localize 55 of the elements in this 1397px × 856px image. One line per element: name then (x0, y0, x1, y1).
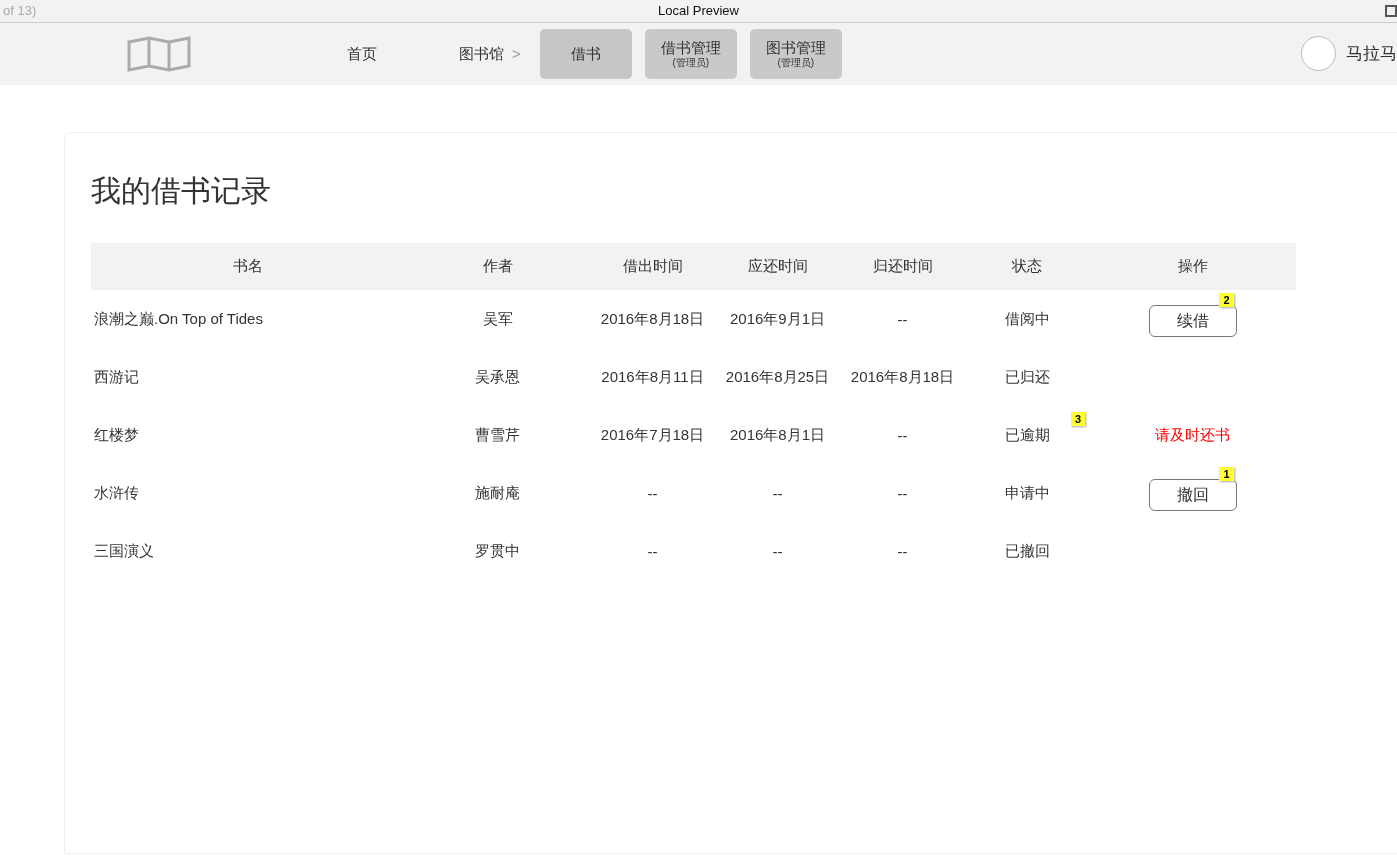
table-cell: 西游记 (94, 367, 139, 385)
nav-tab[interactable]: 图书馆 > (448, 29, 532, 79)
table-cell: 2016年8月1日 (729, 425, 826, 443)
table-cell: 2016年8月18日 (850, 367, 955, 385)
column-header: 应还时间 (715, 243, 840, 290)
table-cell: 2016年9月1日 (729, 309, 826, 327)
table-cell: -- (647, 484, 658, 502)
table-cell: -- (897, 310, 908, 328)
nav-tab[interactable]: 图书管理 (管理员) (749, 29, 842, 79)
table-cell: 2016年8月25日 (725, 367, 830, 385)
table-cell: 罗贯中 (475, 541, 520, 559)
table-cell: -- (772, 542, 783, 560)
column-header: 归还时间 (840, 243, 965, 290)
action-button[interactable]: 撤回 (1148, 479, 1237, 511)
window-title: Local Preview (658, 3, 739, 18)
user-name[interactable]: 马拉马 (1346, 42, 1397, 65)
status-text: 申请中 (1004, 483, 1050, 501)
nav-tab[interactable]: 借书 (539, 29, 632, 79)
annotation-marker: 2 (1219, 293, 1234, 307)
table-cell: 吴军 (482, 309, 513, 327)
page-title: 我的借书记录 (91, 173, 272, 209)
status-text: 借阅中 (1004, 309, 1050, 327)
column-header: 书名 (91, 243, 405, 290)
table-cell: 水浒传 (94, 483, 139, 501)
table-cell: 施耐庵 (475, 483, 520, 501)
table-cell: 浪潮之巅.On Top of Tides (94, 309, 263, 327)
table-cell: -- (897, 542, 908, 560)
table-cell: -- (647, 542, 658, 560)
table-cell: 三国演义 (94, 541, 154, 559)
action-button[interactable]: 续借 (1148, 305, 1237, 337)
column-header: 状态 (965, 243, 1089, 290)
table-cell: -- (897, 484, 908, 502)
avatar-circle[interactable] (1301, 36, 1336, 71)
column-header: 作者 (405, 243, 590, 290)
table-cell: 吴承恩 (475, 367, 520, 385)
table-cell: 曹雪芹 (475, 425, 520, 443)
table-cell: 2016年8月11日 (601, 367, 704, 385)
nav-tab[interactable]: 首页 (336, 29, 388, 79)
status-text: 已撤回 (1004, 541, 1050, 559)
table-cell: 2016年7月18日 (600, 425, 705, 443)
status-text: 已归还 (1004, 367, 1050, 385)
map-icon[interactable] (127, 36, 191, 72)
status-text: 已逾期 (1004, 425, 1050, 443)
column-header: 借出时间 (590, 243, 715, 290)
annotation-marker: 1 (1219, 467, 1234, 481)
table-cell: 2016年8月18日 (600, 309, 705, 327)
table-cell: -- (772, 484, 783, 502)
column-header: 操作 (1089, 243, 1296, 290)
table-cell: 红楼梦 (94, 425, 139, 443)
window-icon[interactable] (1385, 5, 1397, 17)
nav-tab[interactable]: 借书管理 (管理员) (644, 29, 737, 79)
page-counter: of 13) (3, 3, 37, 18)
warning-text: 请及时还书 (1155, 425, 1230, 443)
annotation-marker: 3 (1070, 412, 1085, 426)
table-cell: -- (897, 426, 908, 444)
